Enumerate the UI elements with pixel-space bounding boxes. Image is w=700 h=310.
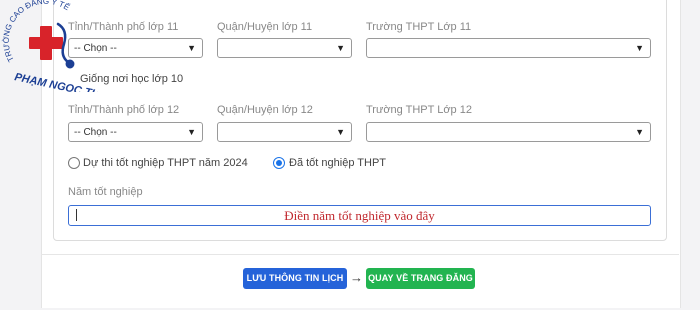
district-12-select[interactable]: ▼ (217, 122, 352, 142)
graduated-radio[interactable] (273, 157, 285, 169)
same-as-grade10-checkbox[interactable]: Giống nơi học lớp 10 (80, 73, 183, 85)
chevron-down-icon: ▼ (635, 43, 644, 53)
logo-arc-text: TRƯỜNG CAO ĐẲNG Y TẾ (2, 0, 72, 63)
exam-2024-label: Dự thi tốt nghiệp THPT năm 2024 (83, 157, 248, 169)
chevron-down-icon: ▼ (635, 127, 644, 137)
chevron-down-icon: ▼ (336, 43, 345, 53)
province-12-select[interactable]: -- Chọn -- ▼ (68, 122, 203, 142)
graduation-year-input[interactable]: Điền năm tốt nghiệp vào đây (68, 205, 651, 226)
school-11-label: Trường THPT Lớp 11 (366, 21, 472, 33)
school-11-select[interactable]: ▼ (366, 38, 651, 58)
exam-2024-radio[interactable] (68, 157, 80, 169)
back-to-registration-button[interactable]: QUAY VỀ TRANG ĐĂNG KÝ (366, 268, 475, 304)
medical-cross-icon (29, 26, 63, 60)
province-11-value: -- Chọn -- (74, 43, 117, 54)
graduation-year-hint: Điền năm tốt nghiệp vào đây (284, 208, 435, 223)
province-12-value: -- Chọn -- (74, 127, 117, 138)
district-12-label: Quận/Huyện lớp 12 (217, 104, 313, 116)
footer-divider (41, 254, 679, 255)
chevron-down-icon: ▼ (336, 127, 345, 137)
graduated-label: Đã tốt nghiệp THPT (289, 157, 387, 169)
chevron-down-icon: ▼ (187, 127, 196, 137)
province-12-label: Tỉnh/Thành phố lớp 12 (68, 104, 180, 116)
province-11-label: Tỉnh/Thành phố lớp 11 (68, 21, 179, 33)
school-12-select[interactable]: ▼ (366, 122, 651, 142)
chevron-down-icon: ▼ (187, 43, 196, 53)
arrow-right-icon: → (350, 270, 363, 285)
same-as-grade10-label: Giống nơi học lớp 10 (80, 73, 184, 85)
graduation-year-label: Năm tốt nghiệp (68, 186, 143, 198)
province-11-select[interactable]: -- Chọn -- ▼ (68, 38, 203, 58)
save-history-button[interactable]: LƯU THÔNG TIN LỊCH SỬ (243, 268, 347, 304)
district-11-label: Quận/Huyện lớp 11 (217, 21, 313, 33)
school-12-label: Trường THPT Lớp 12 (366, 104, 472, 116)
district-11-select[interactable]: ▼ (217, 38, 352, 58)
